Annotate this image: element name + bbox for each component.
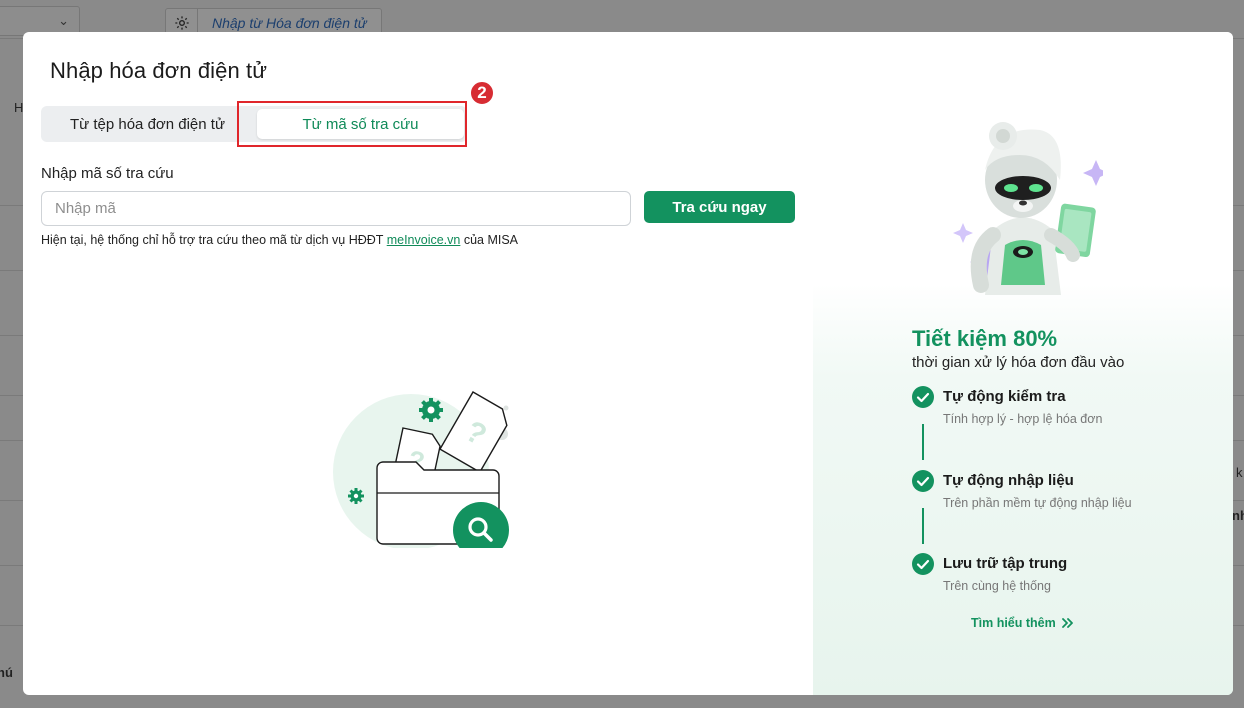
timeline-connector [922,508,924,544]
check-icon [912,470,934,492]
promo-panel: Tiết kiệm 80% thời gian xử lý hóa đơn đầ… [813,32,1233,695]
meinvoice-link[interactable]: meInvoice.vn [387,233,461,247]
highlight-annotation [237,101,467,147]
timeline-connector [922,424,924,460]
check-icon [912,386,934,408]
import-invoice-dialog: Nhập hóa đơn điện tử Từ tệp hóa đơn điện… [23,32,1233,695]
check-icon [912,553,934,575]
note-prefix: Hiện tại, hệ thống chỉ hỗ trợ tra cứu th… [41,233,387,247]
robot-mascot-illustration [953,122,1103,295]
lookup-now-button[interactable]: Tra cứu ngay [644,191,795,223]
step-badge: 2 [469,80,495,106]
feature-title: Tự động nhập liệu [943,472,1074,489]
feature-desc: Tính hợp lý - hợp lệ hóa đơn [943,412,1103,426]
feature-title: Lưu trữ tập trung [943,555,1068,572]
feature-desc: Trên phần mềm tự động nhập liệu [943,496,1132,510]
learn-more-link[interactable]: Tìm hiểu thêm [971,616,1074,630]
promo-subtitle: thời gian xử lý hóa đơn đầu vào [912,354,1125,371]
background-text: H [14,100,24,115]
note-suffix: của MISA [460,233,519,247]
feature-title: Tự động kiểm tra [943,388,1066,405]
background-text: nh [1232,508,1244,523]
feature-desc: Trên cùng hệ thống [943,579,1051,593]
background-tab-label: Nhập từ Hóa đơn điện tử [212,15,367,31]
learn-more-label: Tìm hiểu thêm [971,616,1056,630]
double-chevron-right-icon [1061,618,1073,628]
tab-from-file[interactable]: Từ tệp hóa đơn điện tử [44,109,251,139]
background-text: k [1236,465,1243,480]
background-text: hú [0,665,13,680]
support-note: Hiện tại, hệ thống chỉ hỗ trợ tra cứu th… [41,233,518,247]
dialog-title: Nhập hóa đơn điện tử [50,58,268,83]
chevron-down-icon: ⌄ [58,13,69,28]
lookup-code-input[interactable] [41,191,631,226]
lookup-code-label: Nhập mã số tra cứu [41,165,174,182]
promo-title: Tiết kiệm 80% [912,326,1058,351]
empty-state-illustration: ? ? [333,391,509,548]
